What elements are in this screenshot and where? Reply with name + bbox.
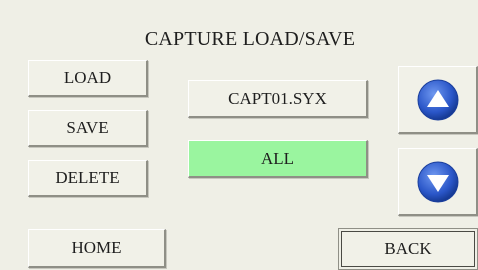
file-name-button[interactable]: CAPT01.SYX xyxy=(188,80,368,118)
page-title: CAPTURE LOAD/SAVE xyxy=(144,28,356,50)
delete-button[interactable]: DELETE xyxy=(28,160,148,197)
back-button[interactable]: BACK xyxy=(338,228,478,270)
scroll-up-button[interactable] xyxy=(398,66,478,134)
capture-load-save-screen: CAPTURE LOAD/SAVE LOAD SAVE DELETE CAPT0… xyxy=(0,0,478,270)
arrow-down-icon xyxy=(417,161,458,202)
scroll-down-button[interactable] xyxy=(398,148,478,216)
save-button[interactable]: SAVE xyxy=(28,110,148,147)
home-button[interactable]: HOME xyxy=(28,229,166,268)
load-button[interactable]: LOAD xyxy=(28,60,148,97)
scope-all-button[interactable]: ALL xyxy=(188,140,368,178)
arrow-up-icon xyxy=(417,79,458,120)
